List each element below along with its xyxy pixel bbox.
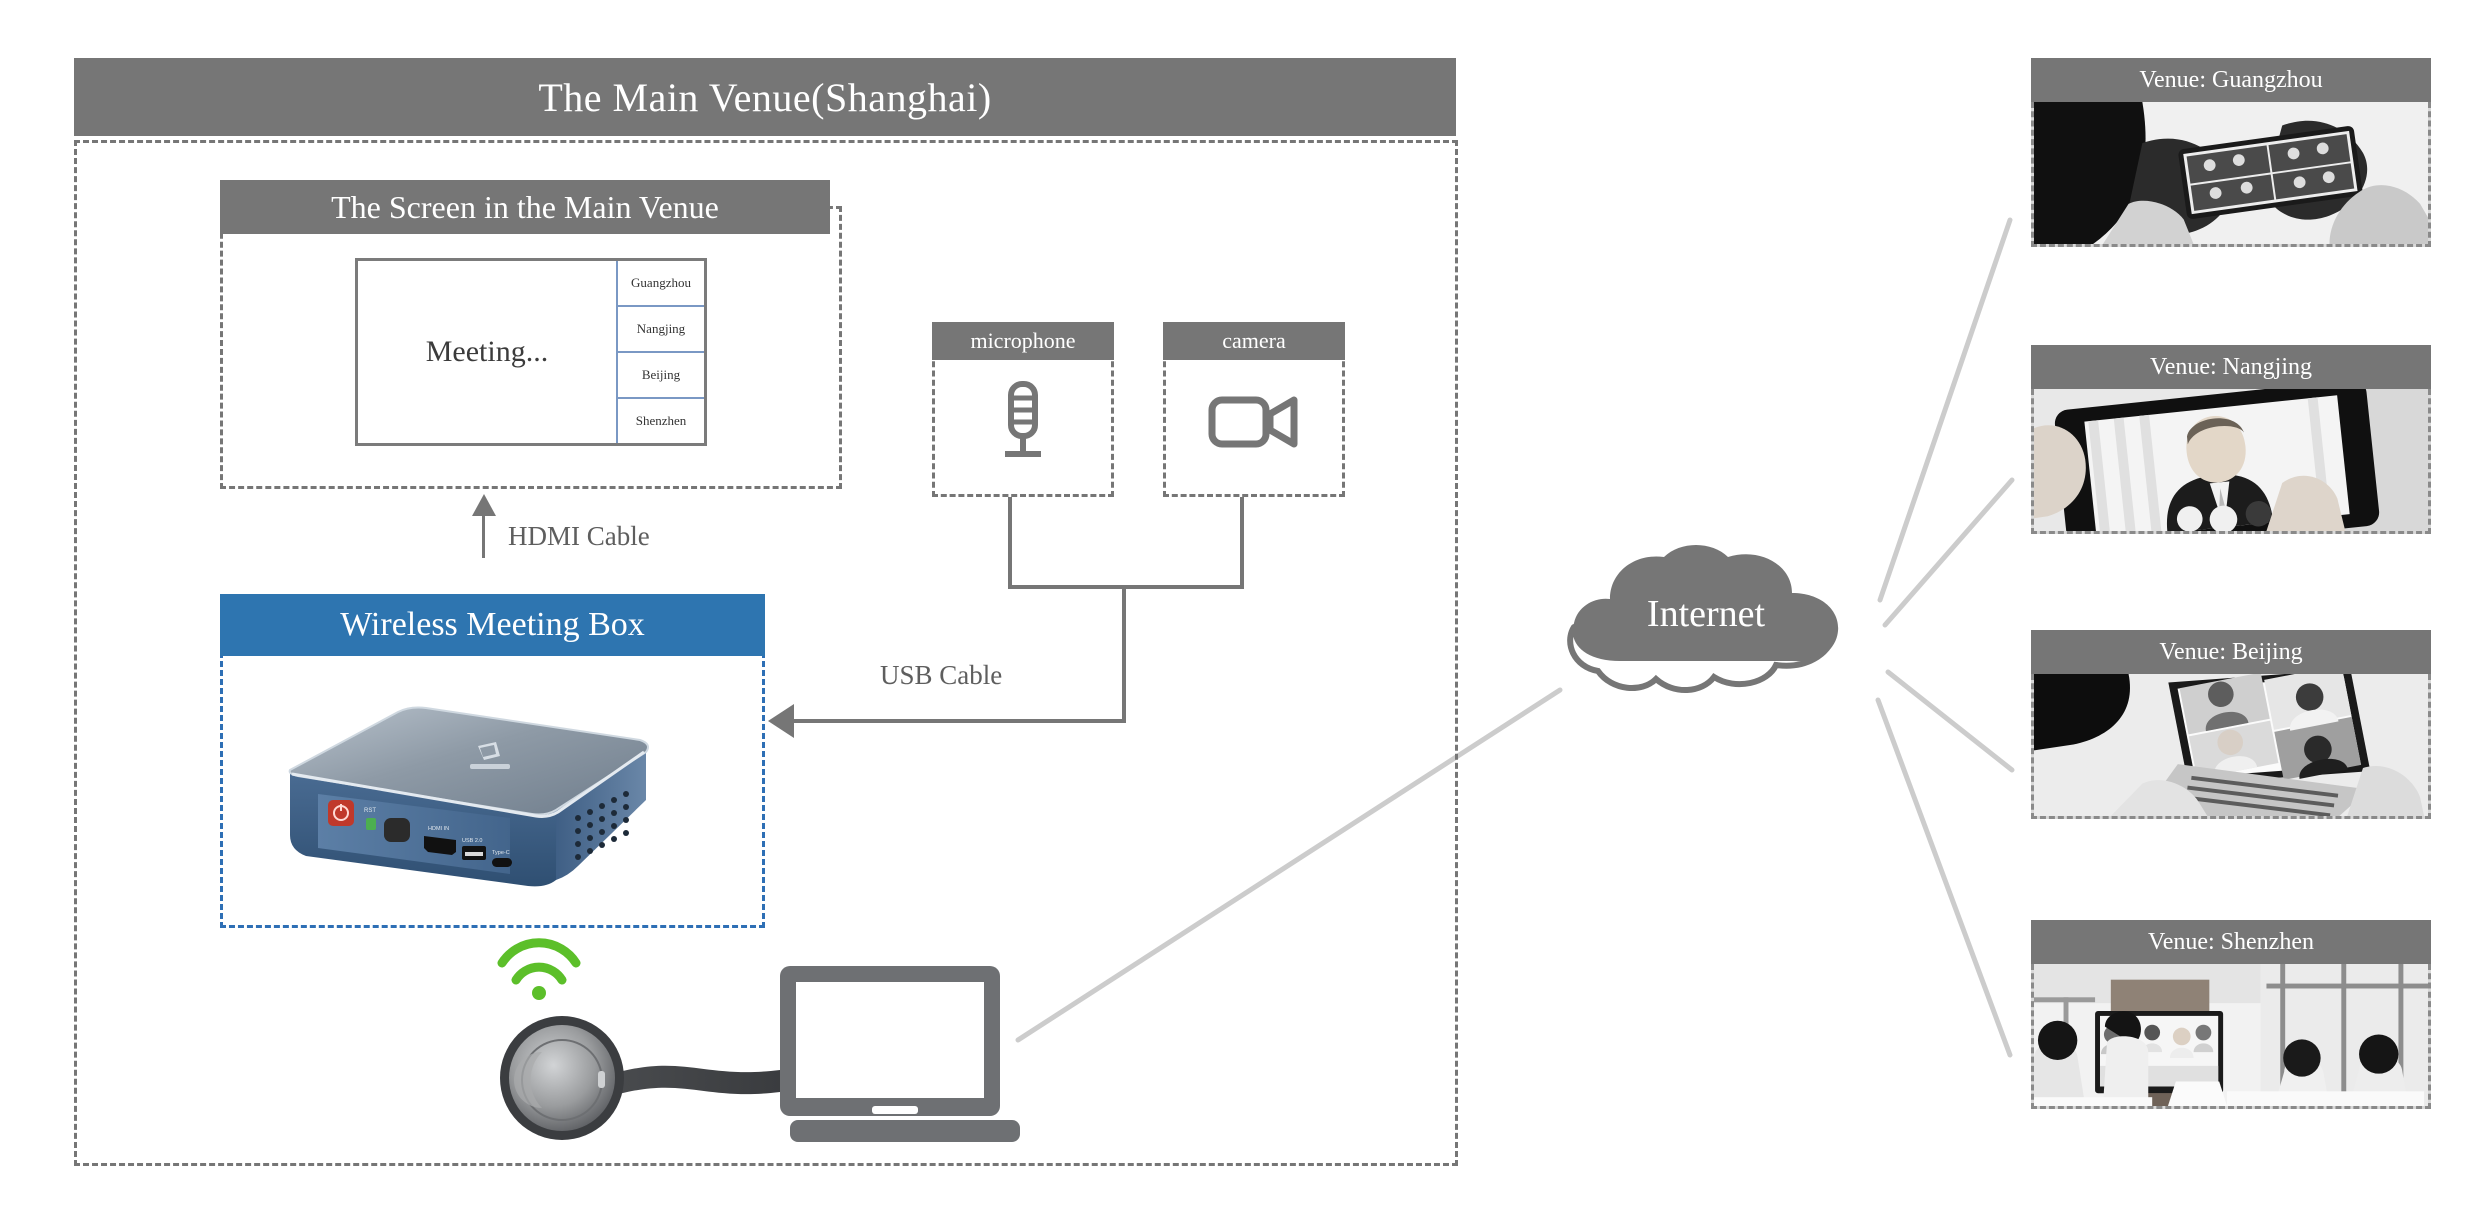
venue-panel-shenzhen: Venue: Shenzhen	[2031, 920, 2431, 1109]
internet-cloud-label: Internet	[1646, 593, 1766, 635]
usb-wire-segment	[1008, 585, 1244, 589]
screen-section-title: The Screen in the Main Venue	[220, 180, 830, 234]
video-camera-icon	[1208, 390, 1300, 459]
usb-arrow-icon	[768, 704, 794, 738]
main-venue-screen: Meeting... Guangzhou Nangjing Beijing Sh…	[355, 258, 707, 446]
screen-main-area: Meeting...	[425, 335, 549, 368]
screen-participant-cell: Guangzhou	[618, 261, 704, 307]
wireless-meeting-box-title: Wireless Meeting Box	[220, 594, 765, 656]
venue-title: Venue: Beijing	[2031, 630, 2431, 674]
svg-text:USB 2.0: USB 2.0	[462, 838, 482, 844]
screen-participant-cell: Shenzhen	[635, 413, 687, 428]
camera-box-boundary	[1163, 352, 1345, 497]
dongle-and-laptop-group	[480, 930, 1020, 1145]
svg-text:Type-C: Type-C	[492, 850, 510, 856]
screen-participant-cell: Beijing	[618, 353, 704, 399]
svg-text:HDMI IN: HDMI IN	[428, 826, 449, 832]
microphone-icon	[993, 380, 1053, 469]
hdmi-cable-label: HDMI Cable	[508, 521, 650, 551]
svg-text:RST: RST	[364, 808, 376, 814]
venue-photo-guangzhou	[2031, 102, 2431, 247]
usb-cable-label: USB Cable	[880, 660, 1003, 690]
usb-wire-segment	[790, 719, 1126, 723]
venue-panel-beijing: Venue: Beijing	[2031, 630, 2431, 819]
screen-participant-list: Guangzhou Nangjing Beijing Shenzhen	[616, 261, 704, 443]
venue-panel-guangzhou: Venue: Guangzhou	[2031, 58, 2431, 247]
venue-photo-nangjing	[2031, 389, 2431, 534]
main-venue-title: The Main Venue(Shanghai)	[74, 58, 1456, 136]
venue-title: Venue: Shenzhen	[2031, 920, 2431, 964]
screen-participant-cell: Nangjing	[618, 307, 704, 353]
hdmi-cable-line	[482, 510, 485, 558]
usb-wire-segment	[1240, 497, 1244, 589]
venue-photo-beijing	[2031, 674, 2431, 819]
usb-wire-segment	[1122, 585, 1126, 723]
venue-title: Venue: Guangzhou	[2031, 58, 2431, 102]
venue-photo-shenzhen	[2031, 964, 2431, 1109]
diagram-canvas: The Main Venue(Shanghai) The Screen in t…	[0, 0, 2481, 1228]
camera-title: camera	[1163, 322, 1345, 360]
venue-panel-nangjing: Venue: Nangjing	[2031, 345, 2431, 534]
microphone-box-boundary	[932, 352, 1114, 497]
microphone-title: microphone	[932, 322, 1114, 360]
venue-title: Venue: Nangjing	[2031, 345, 2431, 389]
usb-wire-segment	[1008, 497, 1012, 589]
wireless-meeting-box-photo: RST HDMI IN USB 2.0 Type-C	[278, 690, 713, 890]
